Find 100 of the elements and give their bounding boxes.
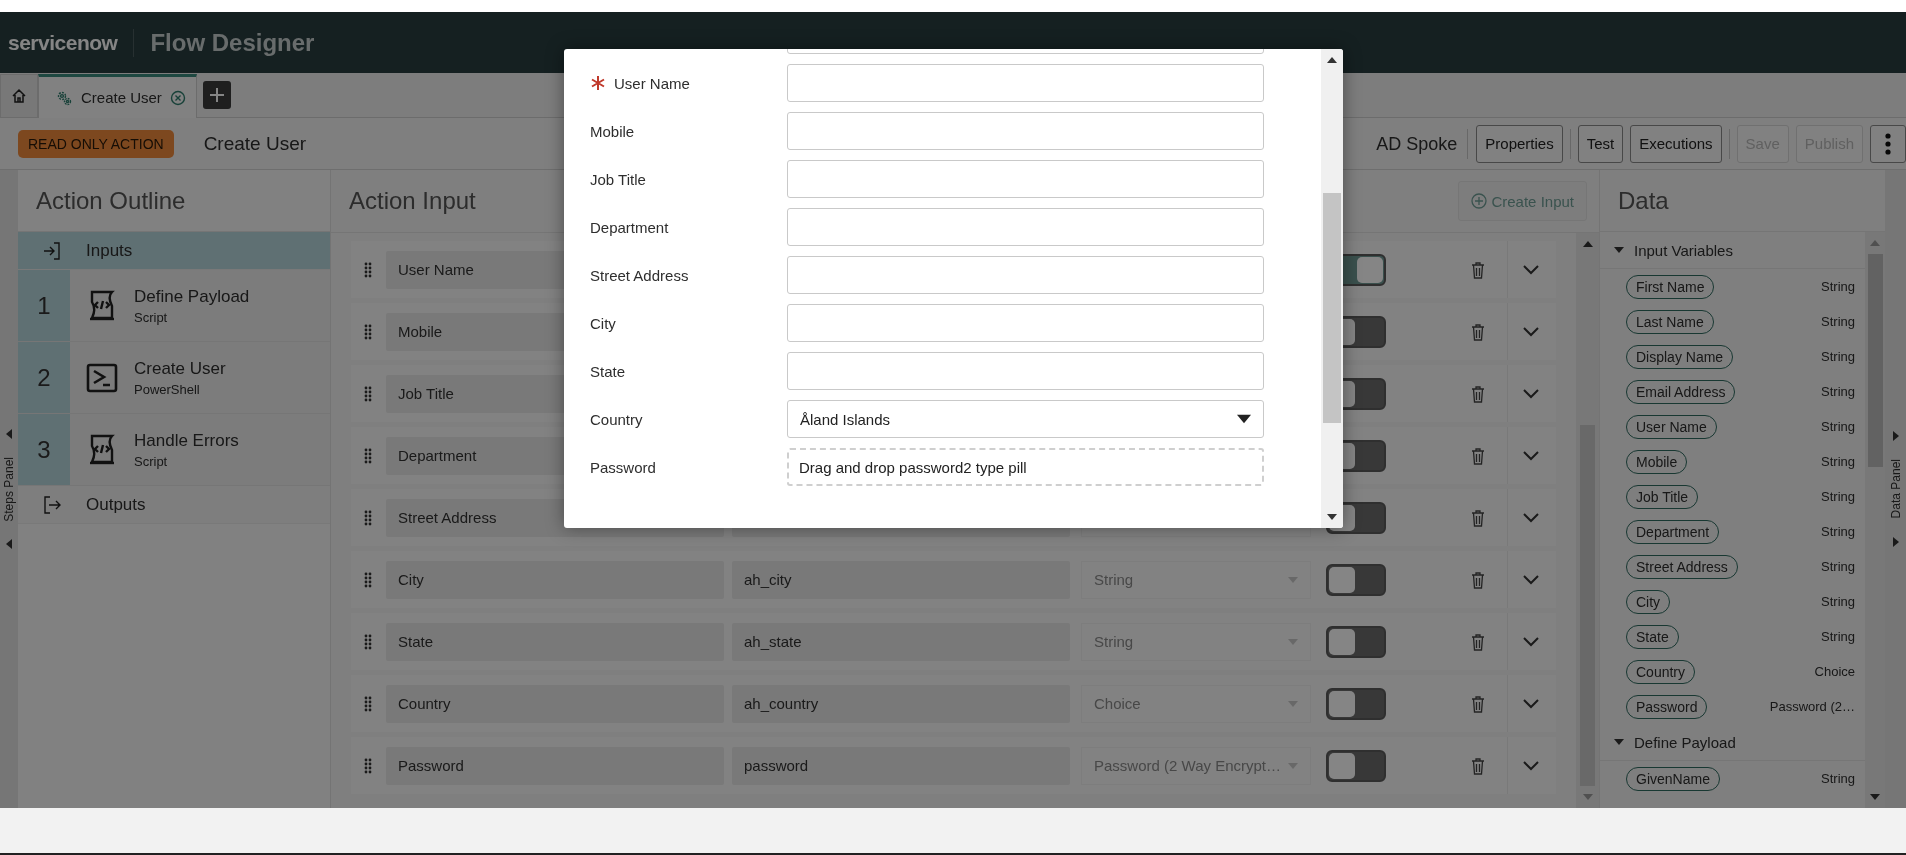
name-field[interactable]: ah_city	[732, 560, 1070, 599]
data-pill[interactable]: Department	[1626, 519, 1720, 544]
data-pill[interactable]: State	[1626, 624, 1679, 649]
trash-icon[interactable]	[1471, 384, 1485, 403]
type-select[interactable]: Password (2 Way Encrypt…	[1081, 746, 1311, 785]
trash-icon[interactable]	[1471, 570, 1485, 589]
chevron-down-icon[interactable]	[1522, 511, 1540, 524]
label-field[interactable]: City	[386, 560, 724, 599]
scroll-up-icon[interactable]	[1327, 55, 1337, 65]
tab[interactable]: Create User	[38, 74, 197, 118]
data-pill[interactable]: City	[1626, 589, 1671, 614]
expand-arrow-icon[interactable]	[1890, 536, 1901, 547]
drag-handle-icon[interactable]	[364, 695, 372, 712]
chevron-down-icon[interactable]	[1522, 325, 1540, 338]
input-field[interactable]	[787, 304, 1264, 342]
mandatory-toggle[interactable]	[1326, 625, 1386, 658]
toolbar-button[interactable]: Test	[1577, 124, 1624, 163]
chevron-down-icon[interactable]	[1522, 759, 1540, 772]
data-pill[interactable]: GivenName	[1626, 766, 1720, 791]
trash-icon[interactable]	[1471, 756, 1485, 775]
expand-arrow-icon[interactable]	[1890, 431, 1901, 442]
data-pill[interactable]: Password	[1626, 694, 1708, 719]
drag-handle-icon[interactable]	[364, 323, 372, 340]
steps-panel-label[interactable]: Steps Panel	[2, 456, 16, 522]
expand-caret-icon[interactable]	[1614, 737, 1624, 747]
trash-icon[interactable]	[1471, 322, 1485, 341]
data-pill[interactable]: Last Name	[1626, 309, 1714, 334]
pill-drop-field[interactable]: Drag and drop password2 type pill	[787, 448, 1264, 486]
input-field[interactable]	[787, 112, 1264, 150]
scroll-down-icon[interactable]	[1327, 512, 1337, 522]
data-type: String	[1821, 349, 1855, 364]
outline-step[interactable]: 2 Create User PowerShell	[18, 342, 330, 414]
field-label: Mobile	[590, 122, 635, 140]
data-pill[interactable]: Display Name	[1626, 344, 1734, 369]
type-select[interactable]: String	[1081, 622, 1311, 661]
mandatory-toggle[interactable]	[1326, 687, 1386, 720]
read-only-badge: READ ONLY ACTION	[18, 129, 174, 158]
data-pill[interactable]: Email Address	[1626, 379, 1736, 404]
data-type: String	[1821, 454, 1855, 469]
outline-item[interactable]: Inputs	[18, 232, 330, 270]
sign-in-icon	[42, 240, 62, 261]
trash-icon[interactable]	[1471, 694, 1485, 713]
drag-handle-icon[interactable]	[364, 633, 372, 650]
data-pill[interactable]: Mobile	[1626, 449, 1688, 474]
data-pill[interactable]: User Name	[1626, 414, 1717, 439]
data-type: String	[1821, 279, 1855, 294]
scrollbar[interactable]	[1321, 49, 1343, 528]
input-field[interactable]	[787, 256, 1264, 294]
label-field[interactable]: State	[386, 622, 724, 661]
sign-out-icon	[42, 494, 62, 515]
data-pill[interactable]: First Name	[1626, 274, 1715, 299]
chevron-down-icon[interactable]	[1522, 635, 1540, 648]
trash-icon[interactable]	[1471, 446, 1485, 465]
data-type: Choice	[1814, 664, 1855, 679]
toolbar-button[interactable]: Properties	[1476, 124, 1563, 163]
outline-step[interactable]: 1 Define Payload Script	[18, 270, 330, 342]
drag-handle-icon[interactable]	[364, 509, 372, 526]
input-field[interactable]	[787, 208, 1264, 246]
chevron-down-icon[interactable]	[1522, 449, 1540, 462]
chevron-down-icon[interactable]	[1522, 697, 1540, 710]
expand-caret-icon[interactable]	[1614, 245, 1624, 255]
country-select[interactable]: Åland Islands	[787, 400, 1264, 438]
drag-handle-icon[interactable]	[364, 261, 372, 278]
data-panel-label[interactable]: Data Panel	[1888, 459, 1903, 519]
close-icon[interactable]	[169, 89, 186, 106]
input-field[interactable]	[787, 160, 1264, 198]
mandatory-toggle[interactable]	[1326, 749, 1386, 782]
type-select[interactable]: String	[1081, 560, 1311, 599]
data-pill[interactable]: Country	[1626, 659, 1696, 684]
data-type: String	[1821, 771, 1855, 786]
name-field[interactable]: password	[732, 746, 1070, 785]
home-tab[interactable]	[0, 74, 38, 117]
name-field[interactable]: ah_country	[732, 684, 1070, 723]
data-pill[interactable]: Job Title	[1626, 484, 1699, 509]
drag-handle-icon[interactable]	[364, 447, 372, 464]
collapse-arrow-icon[interactable]	[4, 539, 14, 550]
chevron-down-icon[interactable]	[1522, 573, 1540, 586]
name-field[interactable]: ah_state	[732, 622, 1070, 661]
trash-icon[interactable]	[1471, 508, 1485, 527]
mandatory-toggle[interactable]	[1326, 563, 1386, 596]
input-field[interactable]	[787, 64, 1264, 102]
type-select[interactable]: Choice	[1081, 684, 1311, 723]
trash-icon[interactable]	[1471, 260, 1485, 279]
drag-handle-icon[interactable]	[364, 757, 372, 774]
outline-step[interactable]: 3 Handle Errors Script	[18, 414, 330, 486]
add-tab-button[interactable]	[202, 81, 231, 109]
data-pill[interactable]: Street Address	[1626, 554, 1738, 579]
toolbar-button[interactable]: Executions	[1630, 124, 1722, 163]
panel-title: Action Input	[348, 186, 476, 216]
more-options-button[interactable]	[1870, 124, 1906, 163]
trash-icon[interactable]	[1471, 632, 1485, 651]
label-field[interactable]: Country	[386, 684, 724, 723]
drag-handle-icon[interactable]	[364, 385, 372, 402]
chevron-down-icon[interactable]	[1522, 263, 1540, 276]
required-icon	[590, 75, 606, 91]
drag-handle-icon[interactable]	[364, 571, 372, 588]
chevron-down-icon[interactable]	[1522, 387, 1540, 400]
label-field[interactable]: Password	[386, 746, 724, 785]
input-field[interactable]	[787, 352, 1264, 390]
collapse-arrow-icon[interactable]	[4, 428, 14, 439]
